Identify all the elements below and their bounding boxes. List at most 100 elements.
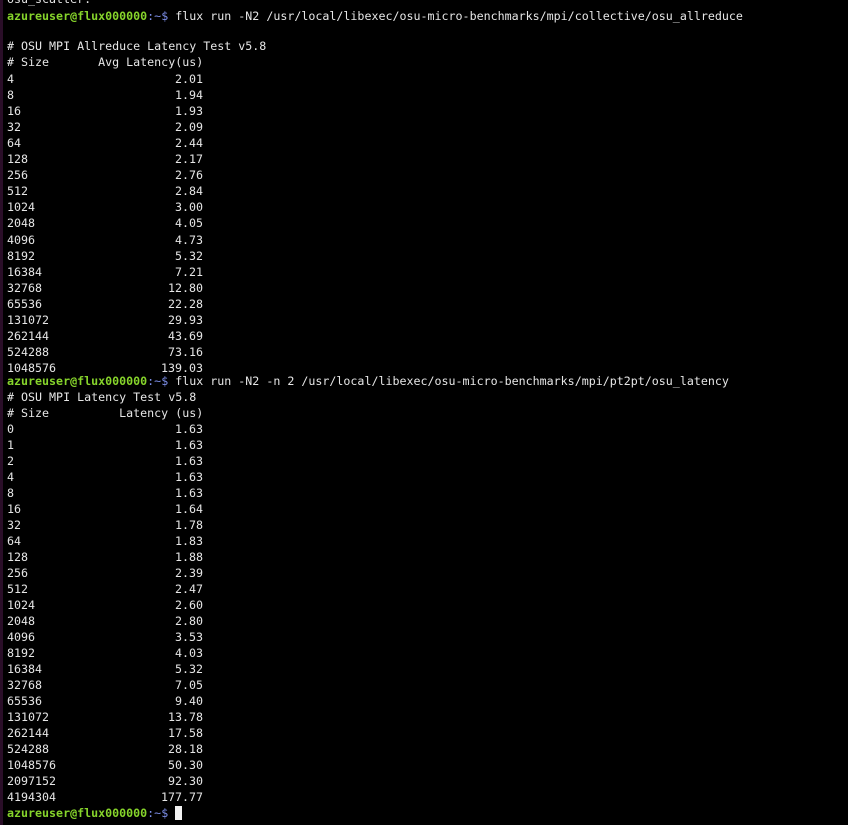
table-row: 8192 4.03: [7, 645, 203, 661]
latency-cell: 1.78: [174, 518, 203, 532]
table-row: 4096 3.53: [7, 629, 203, 645]
table-row: 512 2.84: [7, 183, 203, 199]
table-row: 1024 3.00: [7, 199, 203, 215]
size-cell: 4: [7, 72, 15, 86]
latency-cell: 2.80: [174, 614, 203, 628]
table-row: 1 1.63: [7, 437, 203, 453]
table-row: 16384 7.21: [7, 264, 203, 280]
table-row: 65536 9.40: [7, 693, 203, 709]
previous-output: osu_scatter:: [7, 0, 91, 7]
size-cell: 32: [7, 518, 22, 532]
latency-cell: 92.30: [167, 774, 203, 788]
latency-cell: 2.60: [174, 598, 203, 612]
table-row: 2048 4.05: [7, 215, 203, 231]
prompt-user-host: azureuser@flux000000: [7, 374, 148, 388]
table-row: 64 2.44: [7, 135, 203, 151]
table-row: 524288 28.18: [7, 741, 203, 757]
latency-cell: 1.88: [174, 550, 203, 564]
latency-cell: 28.18: [167, 742, 203, 756]
size-cell: 2048: [7, 614, 36, 628]
size-cell: 1048576: [7, 758, 57, 772]
size-cell: 262144: [7, 328, 50, 343]
latency-cell: 12.80: [167, 280, 203, 295]
size-cell: 16384: [7, 264, 43, 279]
size-cell: 65536: [7, 694, 43, 708]
table-row: 8 1.63: [7, 485, 203, 501]
table-title: # OSU MPI Latency Test v5.8: [7, 390, 197, 404]
size-cell: 32: [7, 120, 22, 135]
size-cell: 8: [7, 486, 15, 500]
latency-cell: 1.63: [174, 454, 203, 468]
table-row: 2048 2.80: [7, 613, 203, 629]
command-text: flux run -N2 /usr/local/libexec/osu-micr…: [175, 9, 743, 23]
latency-cell: 2.17: [174, 152, 203, 167]
table-row: 131072 29.93: [7, 312, 203, 328]
latency-cell: 1.94: [174, 88, 203, 103]
size-cell: 32768: [7, 678, 43, 692]
size-cell: 2: [7, 454, 15, 468]
size-cell: 4: [7, 470, 15, 484]
table-header: # Size Avg Latency(us): [7, 55, 204, 69]
size-cell: 128: [7, 550, 29, 564]
latency-cell: 29.93: [167, 312, 203, 327]
table-row: 32768 7.05: [7, 677, 203, 693]
size-cell: 8192: [7, 248, 36, 263]
latency-cell: 1.93: [174, 104, 203, 119]
latency-cell: 3.53: [174, 630, 203, 644]
prompt-path: :~$: [147, 806, 176, 820]
latency-cell: 73.16: [167, 344, 203, 359]
latency-cell: 3.00: [174, 200, 203, 215]
table-row: 524288 73.16: [7, 344, 203, 360]
table-row: 64 1.83: [7, 533, 203, 549]
table-row: 131072 13.78: [7, 709, 203, 725]
size-cell: 131072: [7, 710, 50, 724]
size-cell: 256: [7, 566, 29, 580]
latency-cell: 2.47: [174, 582, 203, 596]
table-row: 16 1.93: [7, 103, 203, 119]
table-row: 16 1.64: [7, 501, 203, 517]
size-cell: 1024: [7, 598, 36, 612]
size-cell: 512: [7, 184, 29, 199]
size-cell: 0: [7, 422, 15, 436]
latency-cell: 1.83: [174, 534, 203, 548]
table-row: 0 1.63: [7, 421, 203, 437]
size-cell: 256: [7, 168, 29, 183]
table-row: 4194304 177.77: [7, 789, 203, 805]
latency-cell: 5.32: [174, 662, 203, 676]
size-cell: 16: [7, 104, 22, 119]
latency-cell: 17.58: [167, 726, 203, 740]
latency-cell: 2.76: [174, 168, 203, 183]
latency-cell: 50.30: [167, 758, 203, 772]
size-cell: 8: [7, 88, 15, 103]
size-cell: 2097152: [7, 774, 57, 788]
prompt-line: azureuser@flux000000:~$ flux run -N2 /us…: [7, 8, 743, 24]
size-cell: 64: [7, 534, 22, 548]
latency-cell: 2.44: [174, 136, 203, 151]
prompt-line: azureuser@flux000000:~$: [7, 805, 183, 821]
size-cell: 64: [7, 136, 22, 151]
table-row: 256 2.39: [7, 565, 203, 581]
latency-cell: 177.77: [160, 790, 203, 804]
latency-cell: 2.09: [174, 120, 203, 135]
size-cell: 524288: [7, 344, 50, 359]
command-text: flux run -N2 -n 2 /usr/local/libexec/osu…: [175, 374, 729, 388]
table-row: 32 1.78: [7, 517, 203, 533]
table-row: 262144 17.58: [7, 725, 203, 741]
latency-cell: 9.40: [174, 694, 203, 708]
table-row: 256 2.76: [7, 167, 203, 183]
size-cell: 512: [7, 582, 29, 596]
latency-cell: 4.03: [174, 646, 203, 660]
table-row: 2097152 92.30: [7, 773, 203, 789]
table-row: 2 1.63: [7, 453, 203, 469]
table-row: 128 1.88: [7, 549, 203, 565]
table-row: 4 1.63: [7, 469, 203, 485]
table-row: 65536 22.28: [7, 296, 203, 312]
latency-cell: 1.63: [174, 422, 203, 436]
size-cell: 4096: [7, 630, 36, 644]
size-cell: 128: [7, 152, 29, 167]
prompt-path: :~$: [147, 374, 176, 388]
size-cell: 32768: [7, 280, 43, 295]
latency-cell: 7.21: [174, 264, 203, 279]
table-row: 262144 43.69: [7, 328, 203, 344]
prompt-user-host: azureuser@flux000000: [7, 806, 148, 820]
